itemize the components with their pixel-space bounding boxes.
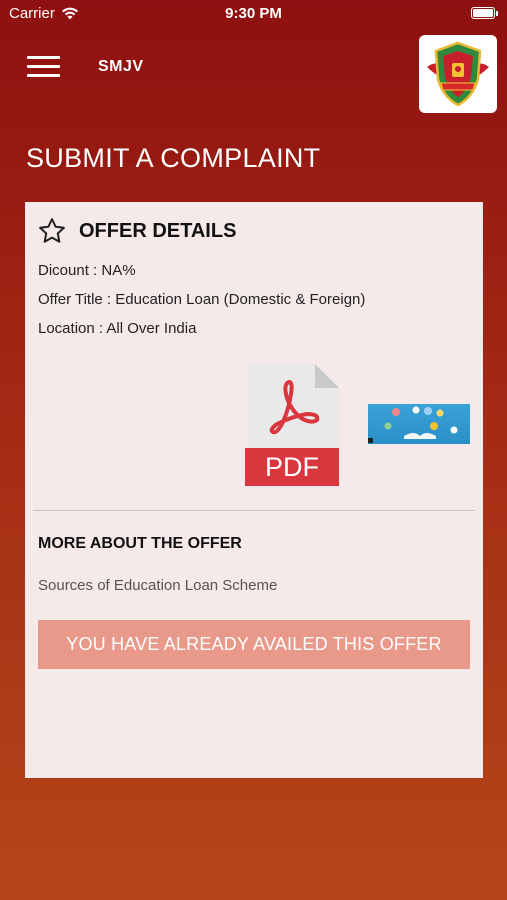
page-title: SUBMIT A COMPLAINT <box>26 143 321 173</box>
pdf-label: PDF <box>265 452 319 482</box>
clock: 9:30 PM <box>225 5 282 22</box>
offer-details-heading: OFFER DETAILS <box>79 219 237 242</box>
pdf-icon[interactable]: PDF <box>245 364 341 486</box>
hamburger-menu-icon[interactable] <box>27 56 60 78</box>
battery-icon <box>471 7 498 19</box>
offer-description-text: Sources of Education Loan Scheme <box>38 577 278 594</box>
location-text: Location : All Over India <box>38 320 197 337</box>
offer-header: OFFER DETAILS <box>37 216 236 246</box>
more-about-offer-heading: MORE ABOUT THE OFFER <box>38 535 242 552</box>
offer-title-text: Offer Title : Education Loan (Domestic &… <box>38 291 366 308</box>
discount-text: Dicount : NA% <box>38 262 136 279</box>
offer-thumbnail-image[interactable] <box>368 404 470 444</box>
status-bar: Carrier 9:30 PM <box>0 0 507 28</box>
app-title: SMJV <box>98 58 144 75</box>
already-availed-button[interactable]: YOU HAVE ALREADY AVAILED THIS OFFER <box>38 620 470 669</box>
star-icon[interactable] <box>37 216 67 246</box>
college-crest-logo <box>419 35 497 113</box>
offer-card: OFFER DETAILS Dicount : NA% Offer Title … <box>25 202 483 778</box>
divider <box>33 510 475 511</box>
